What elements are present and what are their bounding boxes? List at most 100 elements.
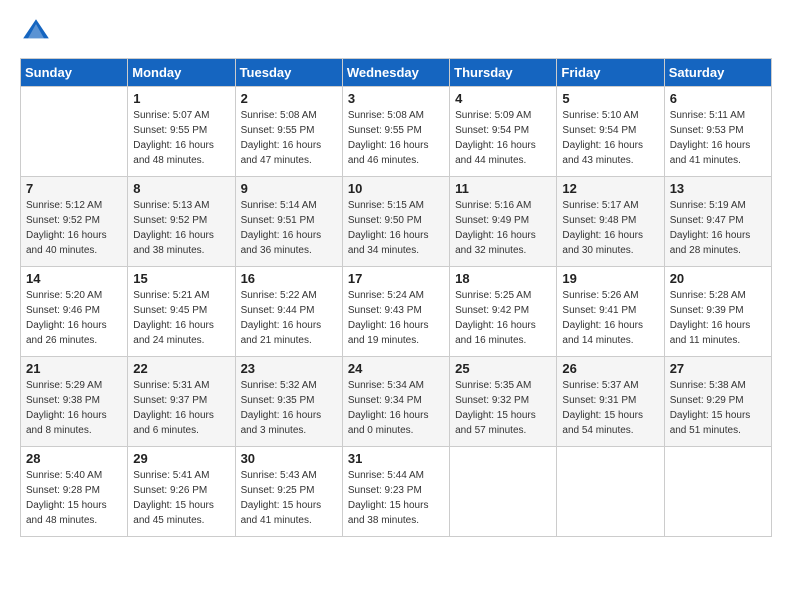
day-cell: 3 Sunrise: 5:08 AMSunset: 9:55 PMDaylight… bbox=[342, 87, 449, 177]
day-info: Sunrise: 5:43 AMSunset: 9:25 PMDaylight:… bbox=[241, 468, 337, 528]
day-cell: 9 Sunrise: 5:14 AMSunset: 9:51 PMDaylight… bbox=[235, 177, 342, 267]
day-number: 6 bbox=[670, 91, 766, 106]
day-number: 3 bbox=[348, 91, 444, 106]
day-cell: 16 Sunrise: 5:22 AMSunset: 9:44 PMDayligh… bbox=[235, 267, 342, 357]
day-info: Sunrise: 5:29 AMSunset: 9:38 PMDaylight:… bbox=[26, 378, 122, 438]
day-info: Sunrise: 5:15 AMSunset: 9:50 PMDaylight:… bbox=[348, 198, 444, 258]
day-number: 5 bbox=[562, 91, 658, 106]
day-number: 7 bbox=[26, 181, 122, 196]
day-number: 24 bbox=[348, 361, 444, 376]
day-cell: 25Sunrise: 5:35 AMSunset: 9:32 PMDayligh… bbox=[450, 357, 557, 447]
header-friday: Friday bbox=[557, 59, 664, 87]
day-cell: 20 Sunrise: 5:28 AMSunset: 9:39 PMDayligh… bbox=[664, 267, 771, 357]
logo bbox=[20, 16, 56, 48]
header-monday: Monday bbox=[128, 59, 235, 87]
day-number: 13 bbox=[670, 181, 766, 196]
day-cell bbox=[450, 447, 557, 537]
day-cell: 15 Sunrise: 5:21 AMSunset: 9:45 PMDayligh… bbox=[128, 267, 235, 357]
day-cell: 11Sunrise: 5:16 AMSunset: 9:49 PMDayligh… bbox=[450, 177, 557, 267]
day-info: Sunrise: 5:13 AMSunset: 9:52 PMDaylight:… bbox=[133, 198, 229, 258]
day-number: 21 bbox=[26, 361, 122, 376]
day-cell: 4 Sunrise: 5:09 AMSunset: 9:54 PMDaylight… bbox=[450, 87, 557, 177]
day-info: Sunrise: 5:16 AMSunset: 9:49 PMDaylight:… bbox=[455, 198, 551, 258]
day-number: 22 bbox=[133, 361, 229, 376]
day-info: Sunrise: 5:38 AMSunset: 9:29 PMDaylight:… bbox=[670, 378, 766, 438]
day-cell: 8 Sunrise: 5:13 AMSunset: 9:52 PMDaylight… bbox=[128, 177, 235, 267]
day-cell: 31 Sunrise: 5:44 AMSunset: 9:23 PMDayligh… bbox=[342, 447, 449, 537]
day-cell bbox=[557, 447, 664, 537]
logo-icon bbox=[20, 16, 52, 48]
day-number: 16 bbox=[241, 271, 337, 286]
day-number: 20 bbox=[670, 271, 766, 286]
day-number: 31 bbox=[348, 451, 444, 466]
day-cell: 22 Sunrise: 5:31 AMSunset: 9:37 PMDayligh… bbox=[128, 357, 235, 447]
day-cell: 6 Sunrise: 5:11 AMSunset: 9:53 PMDaylight… bbox=[664, 87, 771, 177]
day-info: Sunrise: 5:35 AMSunset: 9:32 PMDaylight:… bbox=[455, 378, 551, 438]
week-row-5: 28 Sunrise: 5:40 AMSunset: 9:28 PMDayligh… bbox=[21, 447, 772, 537]
day-cell: 24Sunrise: 5:34 AMSunset: 9:34 PMDayligh… bbox=[342, 357, 449, 447]
day-info: Sunrise: 5:32 AMSunset: 9:35 PMDaylight:… bbox=[241, 378, 337, 438]
day-cell: 1 Sunrise: 5:07 AMSunset: 9:55 PMDaylight… bbox=[128, 87, 235, 177]
day-number: 1 bbox=[133, 91, 229, 106]
day-info: Sunrise: 5:25 AMSunset: 9:42 PMDaylight:… bbox=[455, 288, 551, 348]
day-number: 12 bbox=[562, 181, 658, 196]
day-cell: 7 Sunrise: 5:12 AMSunset: 9:52 PMDaylight… bbox=[21, 177, 128, 267]
day-info: Sunrise: 5:19 AMSunset: 9:47 PMDaylight:… bbox=[670, 198, 766, 258]
day-number: 9 bbox=[241, 181, 337, 196]
day-info: Sunrise: 5:08 AMSunset: 9:55 PMDaylight:… bbox=[241, 108, 337, 168]
day-info: Sunrise: 5:37 AMSunset: 9:31 PMDaylight:… bbox=[562, 378, 658, 438]
day-info: Sunrise: 5:12 AMSunset: 9:52 PMDaylight:… bbox=[26, 198, 122, 258]
header-saturday: Saturday bbox=[664, 59, 771, 87]
day-number: 4 bbox=[455, 91, 551, 106]
day-info: Sunrise: 5:14 AMSunset: 9:51 PMDaylight:… bbox=[241, 198, 337, 258]
day-cell: 23Sunrise: 5:32 AMSunset: 9:35 PMDayligh… bbox=[235, 357, 342, 447]
day-info: Sunrise: 5:08 AMSunset: 9:55 PMDaylight:… bbox=[348, 108, 444, 168]
day-number: 30 bbox=[241, 451, 337, 466]
day-number: 17 bbox=[348, 271, 444, 286]
day-cell: 14 Sunrise: 5:20 AMSunset: 9:46 PMDayligh… bbox=[21, 267, 128, 357]
page: SundayMondayTuesdayWednesdayThursdayFrid… bbox=[0, 0, 792, 612]
week-row-4: 21 Sunrise: 5:29 AMSunset: 9:38 PMDayligh… bbox=[21, 357, 772, 447]
header-wednesday: Wednesday bbox=[342, 59, 449, 87]
day-number: 28 bbox=[26, 451, 122, 466]
day-info: Sunrise: 5:09 AMSunset: 9:54 PMDaylight:… bbox=[455, 108, 551, 168]
day-cell: 30 Sunrise: 5:43 AMSunset: 9:25 PMDayligh… bbox=[235, 447, 342, 537]
day-info: Sunrise: 5:10 AMSunset: 9:54 PMDaylight:… bbox=[562, 108, 658, 168]
day-number: 26 bbox=[562, 361, 658, 376]
day-number: 19 bbox=[562, 271, 658, 286]
day-number: 8 bbox=[133, 181, 229, 196]
week-row-2: 7 Sunrise: 5:12 AMSunset: 9:52 PMDaylight… bbox=[21, 177, 772, 267]
day-cell: 10 Sunrise: 5:15 AMSunset: 9:50 PMDayligh… bbox=[342, 177, 449, 267]
day-cell bbox=[21, 87, 128, 177]
calendar-table: SundayMondayTuesdayWednesdayThursdayFrid… bbox=[20, 58, 772, 537]
day-cell: 19Sunrise: 5:26 AMSunset: 9:41 PMDayligh… bbox=[557, 267, 664, 357]
day-info: Sunrise: 5:24 AMSunset: 9:43 PMDaylight:… bbox=[348, 288, 444, 348]
day-info: Sunrise: 5:07 AMSunset: 9:55 PMDaylight:… bbox=[133, 108, 229, 168]
header-tuesday: Tuesday bbox=[235, 59, 342, 87]
day-number: 29 bbox=[133, 451, 229, 466]
week-row-3: 14 Sunrise: 5:20 AMSunset: 9:46 PMDayligh… bbox=[21, 267, 772, 357]
day-cell: 21 Sunrise: 5:29 AMSunset: 9:38 PMDayligh… bbox=[21, 357, 128, 447]
header-sunday: Sunday bbox=[21, 59, 128, 87]
day-number: 14 bbox=[26, 271, 122, 286]
day-number: 2 bbox=[241, 91, 337, 106]
day-cell: 27Sunrise: 5:38 AMSunset: 9:29 PMDayligh… bbox=[664, 357, 771, 447]
day-info: Sunrise: 5:21 AMSunset: 9:45 PMDaylight:… bbox=[133, 288, 229, 348]
day-info: Sunrise: 5:44 AMSunset: 9:23 PMDaylight:… bbox=[348, 468, 444, 528]
header-thursday: Thursday bbox=[450, 59, 557, 87]
day-number: 10 bbox=[348, 181, 444, 196]
day-info: Sunrise: 5:11 AMSunset: 9:53 PMDaylight:… bbox=[670, 108, 766, 168]
day-info: Sunrise: 5:40 AMSunset: 9:28 PMDaylight:… bbox=[26, 468, 122, 528]
day-info: Sunrise: 5:31 AMSunset: 9:37 PMDaylight:… bbox=[133, 378, 229, 438]
day-cell: 29Sunrise: 5:41 AMSunset: 9:26 PMDayligh… bbox=[128, 447, 235, 537]
day-cell bbox=[664, 447, 771, 537]
day-cell: 13 Sunrise: 5:19 AMSunset: 9:47 PMDayligh… bbox=[664, 177, 771, 267]
day-cell: 17 Sunrise: 5:24 AMSunset: 9:43 PMDayligh… bbox=[342, 267, 449, 357]
header-row: SundayMondayTuesdayWednesdayThursdayFrid… bbox=[21, 59, 772, 87]
day-number: 15 bbox=[133, 271, 229, 286]
day-cell: 28 Sunrise: 5:40 AMSunset: 9:28 PMDayligh… bbox=[21, 447, 128, 537]
day-cell: 5 Sunrise: 5:10 AMSunset: 9:54 PMDaylight… bbox=[557, 87, 664, 177]
day-info: Sunrise: 5:20 AMSunset: 9:46 PMDaylight:… bbox=[26, 288, 122, 348]
day-info: Sunrise: 5:22 AMSunset: 9:44 PMDaylight:… bbox=[241, 288, 337, 348]
day-info: Sunrise: 5:28 AMSunset: 9:39 PMDaylight:… bbox=[670, 288, 766, 348]
